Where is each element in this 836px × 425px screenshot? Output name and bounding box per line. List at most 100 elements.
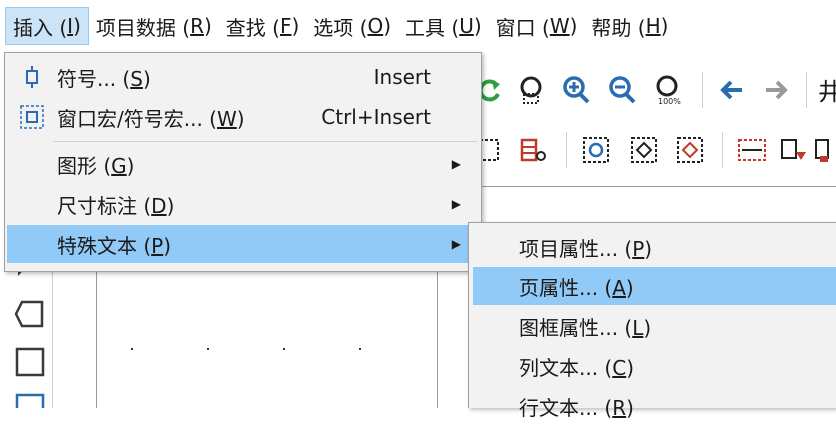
menu-separator [53, 141, 477, 142]
svg-text:100%: 100% [658, 97, 681, 106]
submenu-item-page-properties[interactable]: 页属性... (A) [473, 267, 836, 305]
menu-options-end: ) [383, 14, 392, 38]
menu-insert-label: 插入 ( [13, 15, 68, 40]
menu-window[interactable]: 窗口 (W) [489, 7, 585, 45]
menu-tools-end: ) [473, 14, 482, 38]
grid-dot [207, 348, 209, 350]
submenu-item-frame-properties-label: 图框属性... ( [519, 315, 633, 340]
menu-item-special-text-key: P [151, 233, 164, 258]
menu-tools-key: U [459, 14, 474, 38]
device-icon[interactable] [580, 134, 612, 166]
terminal-strip-icon[interactable] [518, 134, 550, 166]
menu-item-graphic-label: 图形 ( [57, 153, 112, 178]
menu-insert[interactable]: 插入 (I) [5, 7, 89, 45]
menu-item-symbol-label: 符号... ( [57, 66, 131, 91]
toolbar-separator [806, 72, 807, 108]
cable-icon[interactable] [736, 134, 768, 166]
menu-find-key: F [279, 14, 292, 38]
plc-icon[interactable] [778, 134, 810, 166]
menu-item-macro[interactable]: 窗口宏/符号宏... (W) Ctrl+Insert [7, 98, 479, 136]
submenu-item-column-text[interactable]: 列文本... (C) [473, 347, 836, 385]
menu-options-key: O [367, 14, 384, 38]
grid-dot [359, 348, 361, 350]
menu-item-symbol[interactable]: 符号... (S) Insert [7, 58, 479, 96]
menu-help-label: 帮助 ( [591, 15, 646, 40]
menu-options-label: 选项 ( [313, 15, 368, 40]
menu-item-graphic-end: ) [126, 153, 135, 178]
macro-icon [20, 105, 44, 129]
submenu-arrow-icon: ▶ [451, 157, 461, 171]
menu-item-graphic[interactable]: 图形 (G) ▶ [7, 145, 479, 183]
arrow-right-icon[interactable] [760, 74, 792, 106]
submenu-arrow-icon: ▶ [451, 237, 461, 251]
submenu-item-page-properties-key: A [612, 275, 626, 300]
toolbar-separator [702, 72, 703, 108]
menu-item-special-text-label: 特殊文本 ( [57, 233, 152, 258]
rectangle-tool-icon[interactable] [14, 346, 46, 378]
zoom-in-icon[interactable] [560, 74, 592, 106]
submenu-item-frame-properties-end: ) [643, 315, 652, 340]
image-tool-icon[interactable] [14, 392, 46, 408]
menubar: 插入 (I) 项目数据 (R) 查找 (F) 选项 (O) 工具 (U) 窗口 … [0, 0, 836, 52]
menu-window-label: 窗口 ( [495, 15, 550, 40]
menu-find-label: 查找 ( [225, 15, 280, 40]
toolbar-separator [722, 132, 723, 168]
menu-help[interactable]: 帮助 (H) [584, 7, 675, 45]
special-text-submenu: 项目属性... (P) 页属性... (A) 图框属性... (L) 列文本..… [468, 222, 836, 420]
submenu-item-project-properties[interactable]: 项目属性... (P) [473, 228, 836, 266]
structure-box-icon[interactable] [674, 134, 706, 166]
menu-window-end: ) [569, 14, 578, 38]
submenu-item-page-properties-label: 页属性... ( [519, 275, 613, 300]
grid-dot [283, 348, 285, 350]
grid-dot [131, 348, 133, 350]
drawing-page[interactable] [96, 262, 438, 408]
menu-project-data-label: 项目数据 ( [95, 15, 191, 40]
menu-item-symbol-key: S [130, 66, 143, 91]
menu-item-macro-shortcut: Ctrl+Insert [321, 105, 431, 129]
menu-find-end: ) [291, 14, 300, 38]
menu-item-dimension-end: ) [166, 193, 175, 218]
zoom-out-icon[interactable] [606, 74, 638, 106]
submenu-item-row-text[interactable]: 行文本... (R) [473, 387, 836, 425]
submenu-item-project-properties-key: P [632, 236, 645, 261]
arrow-left-icon[interactable] [716, 74, 748, 106]
menu-find[interactable]: 查找 (F) [219, 7, 307, 45]
menu-item-dimension-label: 尺寸标注 ( [57, 193, 152, 218]
menu-item-symbol-shortcut: Insert [373, 65, 431, 89]
menu-project-data[interactable]: 项目数据 (R) [89, 7, 219, 45]
menu-help-end: ) [660, 14, 669, 38]
left-toolbar [0, 250, 53, 408]
submenu-item-frame-properties[interactable]: 图框属性... (L) [473, 307, 836, 345]
menu-item-macro-end: ) [236, 106, 245, 131]
menu-item-symbol-end: ) [142, 66, 151, 91]
menu-item-special-text-end: ) [163, 233, 172, 258]
zoom-window-icon[interactable] [516, 74, 548, 106]
menu-project-data-key: R [190, 14, 204, 38]
submenu-item-column-text-end: ) [626, 355, 635, 380]
toolbar-partial-text: 井 [818, 78, 836, 106]
submenu-item-page-properties-end: ) [625, 275, 634, 300]
menu-item-macro-key: W [216, 106, 237, 131]
menu-insert-end: ) [73, 14, 81, 38]
polygon-tool-icon[interactable] [14, 298, 46, 330]
submenu-item-column-text-label: 列文本... ( [519, 355, 613, 380]
submenu-item-column-text-key: C [612, 355, 627, 380]
menu-options[interactable]: 选项 (O) [306, 7, 398, 45]
menu-tools-label: 工具 ( [405, 15, 460, 40]
menu-item-macro-label: 窗口宏/符号宏... ( [57, 106, 217, 131]
menu-item-dimension[interactable]: 尺寸标注 (D) ▶ [7, 185, 479, 223]
submenu-item-project-properties-label: 项目属性... ( [519, 236, 633, 261]
menu-item-graphic-key: G [111, 153, 127, 178]
menu-item-dimension-key: D [151, 193, 167, 218]
partial-tool-icon[interactable] [812, 134, 836, 166]
tab-strip [470, 180, 836, 187]
menu-project-data-end: ) [203, 14, 212, 38]
menu-item-special-text[interactable]: 特殊文本 (P) ▶ [7, 225, 479, 263]
zoom-100-icon[interactable]: 100% [652, 74, 684, 106]
insert-menu: 符号... (S) Insert 窗口宏/符号宏... (W) Ctrl+Ins… [4, 52, 482, 272]
submenu-arrow-icon: ▶ [451, 197, 461, 211]
symbol-icon [26, 66, 38, 88]
toolbar-separator [566, 132, 567, 168]
black-box-icon[interactable] [628, 134, 660, 166]
menu-tools[interactable]: 工具 (U) [398, 7, 489, 45]
